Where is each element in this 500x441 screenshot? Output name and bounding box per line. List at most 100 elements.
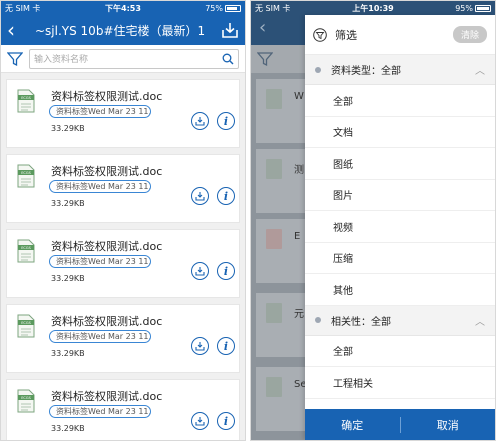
file-card[interactable]: ECGS 资料标签权限测试.doc 资料标签Wed Mar 23 11... 3… <box>6 379 240 440</box>
info-button[interactable]: i <box>217 337 235 355</box>
section-label: 相关性：全部 <box>331 316 391 328</box>
battery-icon <box>225 4 241 12</box>
document-icon <box>266 89 282 109</box>
drawer-footer: 确定 取消 <box>305 409 495 440</box>
list-item: 元 <box>256 293 307 357</box>
file-card[interactable]: ECGS 资料标签权限测试.doc 资料标签Wed Mar 23 11... 3… <box>6 229 240 298</box>
filter-icon <box>313 27 327 42</box>
document-icon: ECGS <box>17 389 35 413</box>
info-button[interactable]: i <box>217 187 235 205</box>
info-button[interactable]: i <box>217 112 235 130</box>
status-bar: 无 SIM 卡 上午10:39 95% <box>251 1 495 15</box>
search-bar: 输入资料名称 <box>1 45 245 73</box>
file-tag: 资料标签Wed Mar 23 11... <box>49 405 151 418</box>
page-title: ~sjl.YS 10b#住宅楼（最新）1 <box>35 23 206 38</box>
drawer-title: 筛选 <box>335 28 357 42</box>
file-name: 资料标签权限测试.doc <box>51 90 163 103</box>
option-item[interactable]: 工程相关 <box>305 367 495 399</box>
search-placeholder: 输入资料名称 <box>34 55 89 65</box>
document-icon: ECGS <box>17 314 35 338</box>
file-list: ECGS 资料标签权限测试.doc 资料标签Wed Mar 23 11... 3… <box>1 79 245 440</box>
download-button[interactable] <box>191 112 209 130</box>
filter-icon <box>257 52 273 67</box>
file-tag: 资料标签Wed Mar 23 11... <box>49 255 151 268</box>
option-item[interactable]: 压缩 <box>305 242 495 274</box>
filter-drawer: 筛选 清除 资料类型：全部 ︿ 全部 文档 图纸 图片 视频 压缩 其他 相关性… <box>305 15 495 440</box>
confirm-button[interactable]: 确定 <box>305 417 400 433</box>
download-tray-icon[interactable] <box>221 21 239 39</box>
back-icon: ‹ <box>259 17 267 38</box>
file-name: 资料标签权限测试.doc <box>51 165 163 178</box>
file-name: 资料标签权限测试.doc <box>51 390 163 403</box>
clear-button[interactable]: 清除 <box>452 26 487 43</box>
section-doc-type[interactable]: 资料类型：全部 ︿ <box>305 55 495 85</box>
file-size: 33.29KB <box>51 349 85 358</box>
svg-text:ECGS: ECGS <box>21 171 31 175</box>
filter-screen: ‹ W 测 E 元 Se 无 SIM 卡 上午10:39 95% 筛选 清除 资… <box>250 0 496 441</box>
svg-text:ECGS: ECGS <box>21 396 31 400</box>
search-input[interactable]: 输入资料名称 <box>29 48 239 69</box>
document-icon: ECGS <box>17 89 35 113</box>
clock: 上午10:39 <box>352 3 394 13</box>
download-button[interactable] <box>191 262 209 280</box>
file-size: 33.29KB <box>51 199 85 208</box>
file-name: 资料标签权限测试.doc <box>51 315 163 328</box>
download-icon <box>195 417 205 426</box>
list-item: E <box>256 219 307 283</box>
document-icon <box>266 159 282 179</box>
file-size: 33.29KB <box>51 124 85 133</box>
svg-text:ECGS: ECGS <box>21 96 31 100</box>
file-name: 资料标签权限测试.doc <box>51 240 163 253</box>
svg-text:ECGS: ECGS <box>21 321 31 325</box>
file-card[interactable]: ECGS 资料标签权限测试.doc 资料标签Wed Mar 23 11... 3… <box>6 79 240 148</box>
file-tag: 资料标签Wed Mar 23 11... <box>49 105 151 118</box>
svg-text:ECGS: ECGS <box>21 246 31 250</box>
file-list-screen: 无 SIM 卡 下午4:53 75% ‹ ~sjl.YS 10b#住宅楼（最新）… <box>0 0 246 441</box>
section-relevance[interactable]: 相关性：全部 ︿ <box>305 305 495 336</box>
download-button[interactable] <box>191 187 209 205</box>
search-icon[interactable] <box>222 53 234 65</box>
bullet-icon <box>315 66 321 73</box>
battery-icon <box>475 4 491 12</box>
download-icon <box>195 342 205 351</box>
download-icon <box>195 267 205 276</box>
status-bar: 无 SIM 卡 下午4:53 75% <box>1 1 245 15</box>
cancel-button[interactable]: 取消 <box>401 417 496 433</box>
back-icon[interactable]: ‹ <box>7 16 27 44</box>
file-card[interactable]: ECGS 资料标签权限测试.doc 资料标签Wed Mar 23 11... 3… <box>6 304 240 373</box>
section-label: 资料类型：全部 <box>331 66 401 77</box>
option-item[interactable]: 视频 <box>305 211 495 243</box>
file-size: 33.29KB <box>51 274 85 283</box>
option-item[interactable]: 文档 <box>305 116 495 148</box>
file-card[interactable]: ECGS 资料标签权限测试.doc 资料标签Wed Mar 23 11... 3… <box>6 154 240 223</box>
option-item[interactable]: 图纸 <box>305 148 495 180</box>
info-button[interactable]: i <box>217 412 235 430</box>
document-icon <box>266 303 282 323</box>
list-item: W <box>256 79 307 143</box>
option-item[interactable]: 图片 <box>305 179 495 211</box>
info-button[interactable]: i <box>217 262 235 280</box>
bullet-icon <box>315 317 321 323</box>
document-icon: ECGS <box>17 164 35 188</box>
download-button[interactable] <box>191 412 209 430</box>
file-tag: 资料标签Wed Mar 23 11... <box>49 180 151 193</box>
document-icon <box>266 377 282 397</box>
download-icon <box>195 192 205 201</box>
file-tag: 资料标签Wed Mar 23 11... <box>49 330 151 343</box>
list-item: Se <box>256 367 307 431</box>
option-item[interactable]: 全部 <box>305 335 495 367</box>
pdf-icon <box>266 229 282 249</box>
chevron-up-icon: ︿ <box>475 66 485 77</box>
option-item[interactable]: 其他 <box>305 274 495 306</box>
document-icon: ECGS <box>17 239 35 263</box>
filter-icon[interactable] <box>7 51 23 67</box>
chevron-up-icon: ︿ <box>475 316 485 328</box>
download-button[interactable] <box>191 337 209 355</box>
list-item: 测 <box>256 149 307 213</box>
dimmed-background[interactable]: ‹ W 测 E 元 Se <box>251 1 307 440</box>
option-item[interactable]: 全部 <box>305 85 495 117</box>
download-icon <box>195 117 205 126</box>
file-size: 33.29KB <box>51 424 85 433</box>
nav-bar: ‹ ~sjl.YS 10b#住宅楼（最新）1 <box>1 15 245 45</box>
drawer-header: 筛选 清除 <box>305 15 495 55</box>
